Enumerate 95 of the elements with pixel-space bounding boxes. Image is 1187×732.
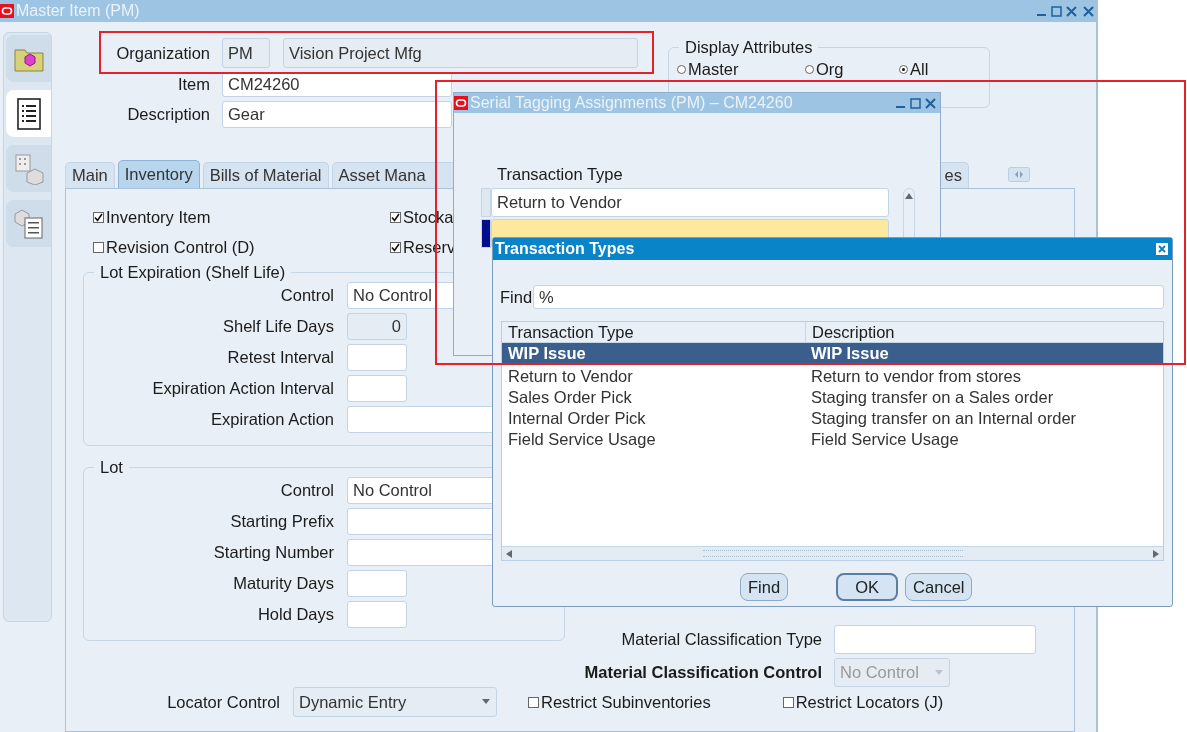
- window-title: Serial Tagging Assignments (PM) – CM24260: [470, 94, 793, 112]
- table-cell-text: Return to vendor from stores: [810, 367, 1021, 386]
- maximize-icon[interactable]: [910, 97, 921, 109]
- field-label: Starting Number: [212, 543, 334, 562]
- cube-checklist-icon: [12, 207, 45, 240]
- dropdown[interactable]: Dynamic Entry: [293, 687, 497, 717]
- tab[interactable]: Main: [65, 162, 115, 188]
- field-label: Expiration Action: [210, 410, 334, 429]
- checkbox-label: Revision Control (D): [106, 237, 255, 257]
- checkbox[interactable]: [782, 696, 794, 708]
- table-cell-text: WIP Issue: [507, 344, 587, 363]
- radio-button[interactable]: [677, 65, 686, 74]
- field-label: Retest Interval: [226, 348, 334, 367]
- scroll-up-icon[interactable]: [905, 193, 913, 199]
- field-label: Material Classification Control: [583, 663, 822, 682]
- field-label: Description: [126, 105, 210, 124]
- radio-label: Master: [688, 60, 739, 79]
- scroll-right-icon[interactable]: [1153, 549, 1159, 558]
- input-field[interactable]: [347, 344, 407, 371]
- dialog-button[interactable]: Cancel: [905, 573, 973, 601]
- field-label: Item: [176, 75, 210, 94]
- input-field[interactable]: 0: [347, 313, 407, 340]
- checkbox-label: Inventory Item: [106, 207, 211, 227]
- tab[interactable]: Inventory: [117, 160, 200, 188]
- dialog-button[interactable]: Find: [740, 573, 789, 601]
- org-code-field[interactable]: PM: [222, 38, 270, 68]
- group-title: Display Attributes: [684, 38, 814, 57]
- group-title: Lot: [99, 458, 124, 477]
- column-header: Transaction Type: [497, 165, 624, 185]
- tab[interactable]: Bills of Material: [202, 162, 329, 188]
- list-row[interactable]: Field Service Usage Field Service Usage: [502, 429, 1163, 450]
- table-cell-text: Return to Vendor: [507, 367, 634, 386]
- window-title: Transaction Types: [495, 240, 635, 258]
- radio-button[interactable]: [805, 65, 814, 74]
- table-cell-text: Staging transfer on an Internal order: [810, 409, 1077, 428]
- field-label: Material Classification Type: [620, 630, 822, 649]
- side-tab[interactable]: [6, 90, 51, 137]
- field-label: Starting Prefix: [229, 512, 334, 531]
- field-label: Control: [279, 481, 334, 500]
- radio-label: All: [910, 60, 929, 79]
- input-field[interactable]: [347, 570, 407, 597]
- field-label: Find: [500, 287, 533, 307]
- tab-scroll-icon[interactable]: [1008, 167, 1030, 182]
- find-field[interactable]: %: [533, 285, 1164, 309]
- list-row[interactable]: WIP Issue WIP Issue: [502, 343, 1163, 364]
- close-icon[interactable]: [1066, 5, 1077, 17]
- field-label: Locator Control: [166, 692, 280, 712]
- field-label: Shelf Life Days: [222, 317, 334, 336]
- description-field[interactable]: Gear: [222, 101, 452, 128]
- close-icon[interactable]: [1083, 5, 1094, 17]
- document-list-icon: [15, 97, 42, 130]
- building-cube-icon: [12, 152, 45, 185]
- column-header: Description: [811, 322, 895, 342]
- table-cell-text: Field Service Usage: [810, 430, 959, 449]
- close-icon[interactable]: [925, 97, 936, 109]
- maximize-icon[interactable]: [1051, 5, 1062, 17]
- field-label: Expiration Action Interval: [151, 379, 334, 398]
- checkbox[interactable]: [390, 241, 401, 253]
- table-cell-text: Field Service Usage: [507, 430, 657, 449]
- list-row[interactable]: Sales Order Pick Staging transfer on a Sales order: [502, 387, 1163, 408]
- table-cell-text: Internal Order Pick: [507, 409, 647, 428]
- caret-icon: [935, 670, 943, 675]
- field-label: Control: [279, 286, 334, 305]
- checkbox-label: Restrict Subinventories: [541, 692, 711, 712]
- window-title: Master Item (PM): [16, 2, 140, 20]
- checkbox[interactable]: [390, 211, 401, 223]
- dialog-button[interactable]: OK: [836, 573, 899, 601]
- app-icon: [0, 4, 14, 18]
- field-label: Organization: [115, 43, 210, 63]
- checkbox[interactable]: [93, 241, 104, 253]
- table-cell-text: Sales Order Pick: [507, 388, 633, 407]
- caret-icon: [482, 699, 490, 704]
- input-field[interactable]: [834, 625, 1036, 654]
- org-name-field[interactable]: Vision Project Mfg: [283, 38, 638, 68]
- input-field[interactable]: [347, 375, 407, 402]
- scroll-left-icon[interactable]: [506, 549, 512, 558]
- scrollbar[interactable]: [502, 546, 1163, 560]
- radio-label: Org: [816, 60, 844, 79]
- input-field[interactable]: Return to Vendor: [491, 188, 889, 217]
- table-cell-text: Staging transfer on a Sales order: [810, 388, 1054, 407]
- input-field[interactable]: [347, 601, 407, 628]
- checkbox[interactable]: [528, 696, 539, 708]
- table-cell-text: WIP Issue: [810, 344, 889, 363]
- item-field[interactable]: CM24260: [222, 72, 452, 97]
- group-title: Lot Expiration (Shelf Life): [99, 263, 287, 282]
- checkbox-label: Restrict Locators (J): [795, 692, 944, 712]
- row-indicator[interactable]: [481, 219, 491, 248]
- field-label: Maturity Days: [232, 574, 334, 593]
- field-label: Hold Days: [256, 605, 334, 624]
- list-row[interactable]: Internal Order Pick Staging transfer on an Internal order: [502, 408, 1163, 429]
- app-icon: [454, 96, 468, 110]
- checkbox[interactable]: [93, 211, 104, 223]
- column-header: Transaction Type: [502, 322, 806, 342]
- radio-button[interactable]: [899, 65, 908, 74]
- list-row[interactable]: Return to Vendor Return to vendor from stores: [502, 366, 1163, 387]
